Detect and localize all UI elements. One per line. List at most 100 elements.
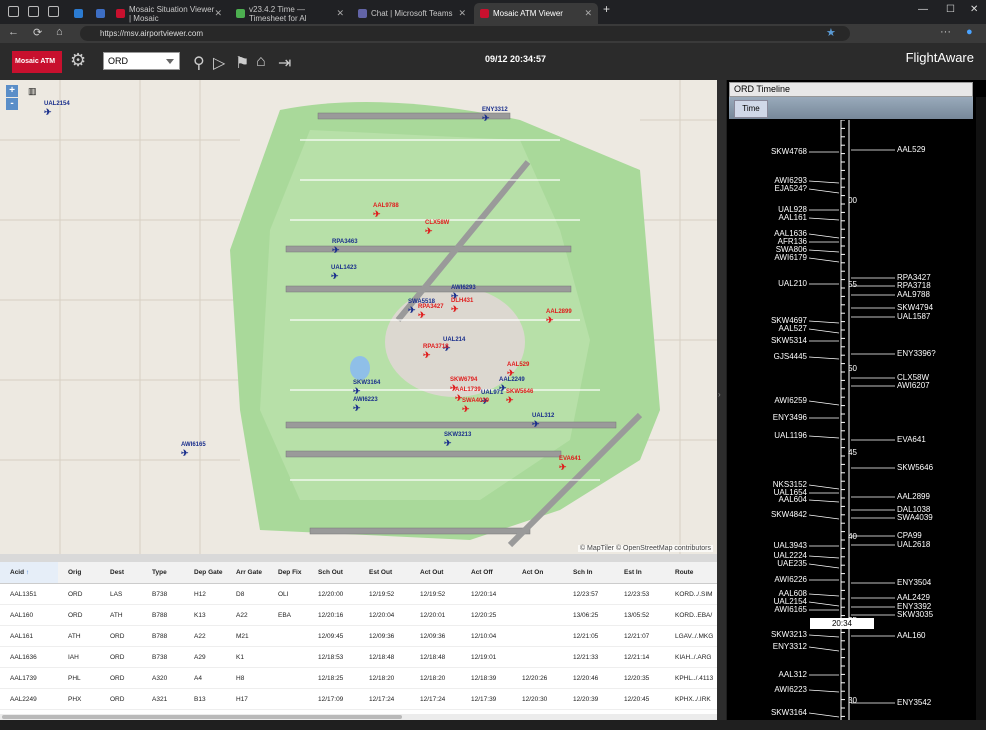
- timeline-flight-label[interactable]: SKW4768: [753, 147, 807, 156]
- timeline-flight-label[interactable]: AAL2899: [897, 492, 930, 501]
- tab-time[interactable]: Time: [734, 100, 768, 118]
- timeline-flight-label[interactable]: EJA524?: [753, 184, 807, 193]
- timeline-flight-label[interactable]: UAL2618: [897, 540, 930, 549]
- aircraft-marker[interactable]: AAL2899 ✈: [546, 309, 572, 326]
- timeline-flight-label[interactable]: UAL3943: [753, 541, 807, 550]
- tab-actions-icon[interactable]: [48, 6, 59, 17]
- refresh-icon[interactable]: ⟳: [33, 26, 42, 39]
- aircraft-marker[interactable]: UAL312 ✈: [532, 413, 554, 430]
- table-row[interactable]: AAL160 ORD ATH B788 K13 A22 EBA 12/20:16 12/20:0…: [0, 605, 717, 626]
- timeline-flight-label[interactable]: AWI6223: [753, 685, 807, 694]
- aircraft-marker[interactable]: SKW3213 ✈: [444, 432, 471, 449]
- aircraft-marker[interactable]: SWA4039 ✈: [462, 398, 489, 415]
- close-icon[interactable]: ✕: [336, 8, 344, 19]
- location-pin-icon[interactable]: ⚑: [235, 53, 249, 73]
- timeline-flight-label[interactable]: AWI6207: [897, 381, 930, 390]
- browser-tab[interactable]: [68, 3, 88, 24]
- timeline-flight-label[interactable]: CPA99: [897, 531, 922, 540]
- aircraft-marker[interactable]: SKW3164 ✈: [353, 380, 380, 397]
- browser-tab[interactable]: Chat | Microsoft Teams ✕: [352, 3, 472, 24]
- column-header[interactable]: Sch Out: [308, 562, 359, 583]
- column-header[interactable]: Route: [665, 562, 715, 583]
- timeline-flight-label[interactable]: AAL529: [897, 145, 925, 154]
- column-header[interactable]: Sch In: [563, 562, 614, 583]
- airport-map[interactable]: + - ▥ © MapTiler © OpenStreetMap contrib…: [0, 80, 717, 554]
- timeline-flight-label[interactable]: SKW4794: [897, 303, 933, 312]
- aircraft-marker[interactable]: CLX58W ✈: [425, 220, 449, 237]
- play-icon[interactable]: ▷: [213, 53, 225, 73]
- bing-icon[interactable]: ●: [966, 26, 973, 38]
- aircraft-marker[interactable]: RPA3463 ✈: [332, 239, 358, 256]
- aircraft-marker[interactable]: ENY3312 ✈: [482, 107, 508, 124]
- timeline-flight-label[interactable]: AWI6165: [753, 605, 807, 614]
- table-row[interactable]: AAL161 ATH ORD B788 A22 M21 12/09:45 12/09:36 12…: [0, 626, 717, 647]
- timeline-flight-label[interactable]: SKW5646: [897, 463, 933, 472]
- timeline-flight-label[interactable]: AAL312: [753, 670, 807, 679]
- column-header[interactable]: Acid ↑: [0, 562, 58, 583]
- column-header[interactable]: Act On: [512, 562, 563, 583]
- zoom-in-button[interactable]: +: [6, 85, 18, 97]
- workspaces-icon[interactable]: [28, 6, 39, 17]
- column-header[interactable]: Arr Gate: [226, 562, 268, 583]
- table-row[interactable]: AAL2249 PHX ORD A321 B13 H17 12/17:09 12/17:24 1…: [0, 689, 717, 710]
- aircraft-marker[interactable]: UAL2154 ✈: [44, 101, 70, 118]
- timeline-flight-label[interactable]: SKW3164: [753, 708, 807, 717]
- column-header[interactable]: Est In: [614, 562, 665, 583]
- close-icon[interactable]: ✕: [584, 8, 592, 19]
- aircraft-marker[interactable]: AWI6165 ✈: [181, 442, 206, 459]
- layers-icon[interactable]: ▥: [28, 86, 37, 97]
- column-header[interactable]: Dest: [100, 562, 142, 583]
- timeline-flight-label[interactable]: UAE235: [753, 559, 807, 568]
- aircraft-marker[interactable]: RPA3427 ✈: [418, 304, 444, 321]
- maximize-icon[interactable]: ☐: [946, 4, 955, 15]
- column-header[interactable]: Dep Gate: [184, 562, 226, 583]
- column-header[interactable]: Type: [142, 562, 184, 583]
- timeline-flight-label[interactable]: AWI6179: [753, 253, 807, 262]
- timeline-flight-label[interactable]: EVA641: [897, 435, 926, 444]
- timeline-flight-label[interactable]: AAL161: [753, 213, 807, 222]
- aircraft-marker[interactable]: AAL9788 ✈: [373, 203, 399, 220]
- timeline-scrollbar[interactable]: [976, 97, 986, 720]
- timeline-flight-label[interactable]: UAL1196: [753, 431, 807, 440]
- minimize-icon[interactable]: —: [918, 4, 928, 15]
- timeline-flight-label[interactable]: ENY3396?: [897, 349, 936, 358]
- timeline-flight-label[interactable]: SKW4842: [753, 510, 807, 519]
- timeline-flight-label[interactable]: UAL210: [753, 279, 807, 288]
- timeline-flight-label[interactable]: UAL1587: [897, 312, 930, 321]
- url-field[interactable]: https://msv.airportviewer.com: [80, 26, 850, 41]
- timeline-flight-label[interactable]: ENY3504: [897, 578, 931, 587]
- collapse-icon[interactable]: ›: [718, 390, 721, 399]
- timeline-flight-label[interactable]: AWI6259: [753, 396, 807, 405]
- home-icon[interactable]: ⌂: [256, 53, 266, 71]
- timeline-flight-label[interactable]: AAL2429: [897, 593, 930, 602]
- timeline-flight-label[interactable]: GJS4445: [753, 352, 807, 361]
- timeline-flight-label[interactable]: ENY3312: [753, 642, 807, 651]
- timeline-flight-label[interactable]: AAL160: [897, 631, 925, 640]
- aircraft-marker[interactable]: UAL1423 ✈: [331, 265, 357, 282]
- timeline-flight-label[interactable]: AAL604: [753, 495, 807, 504]
- timeline-flight-label[interactable]: SKW3035: [897, 610, 933, 619]
- aircraft-marker[interactable]: SKW5646 ✈: [506, 389, 533, 406]
- column-header[interactable]: Act Off: [461, 562, 512, 583]
- column-header[interactable]: Est Out: [359, 562, 410, 583]
- column-header[interactable]: Act Out: [410, 562, 461, 583]
- panel-divider[interactable]: ›: [717, 80, 726, 720]
- column-header[interactable]: Orig: [58, 562, 100, 583]
- back-icon[interactable]: ←: [8, 26, 19, 38]
- timeline-flight-label[interactable]: ENY3496: [753, 413, 807, 422]
- airport-select[interactable]: ORD: [103, 52, 180, 70]
- scrollbar-thumb[interactable]: [2, 715, 402, 719]
- close-window-icon[interactable]: ✕: [970, 4, 978, 15]
- new-tab-icon[interactable]: +: [603, 2, 610, 16]
- zoom-out-button[interactable]: -: [6, 98, 18, 110]
- browser-tab-active[interactable]: Mosaic ATM Viewer ✕: [474, 3, 598, 24]
- aircraft-marker[interactable]: AWI6223 ✈: [353, 397, 378, 414]
- timeline-flight-label[interactable]: SWA4039: [897, 513, 933, 522]
- close-icon[interactable]: ✕: [458, 8, 466, 19]
- timeline-flight-label[interactable]: SKW5314: [753, 336, 807, 345]
- menu-icon[interactable]: ···: [940, 26, 951, 38]
- aircraft-marker[interactable]: EVA641 ✈: [559, 456, 581, 473]
- timeline-flight-label[interactable]: AAL9788: [897, 290, 930, 299]
- aircraft-marker[interactable]: DLH431 ✈: [451, 298, 473, 315]
- table-row[interactable]: AAL1636 IAH ORD B738 A29 K1 12/18:53 12/18:48 12…: [0, 647, 717, 668]
